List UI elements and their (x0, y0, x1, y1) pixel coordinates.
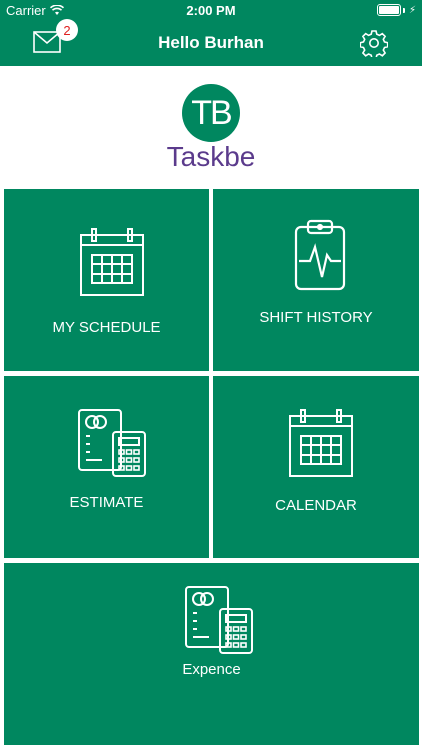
tile-estimate[interactable]: ESTIMATE (4, 376, 209, 558)
battery-indicator: ⚡ (376, 4, 416, 16)
tile-label: MY SCHEDULE (52, 319, 161, 336)
tile-label: Expence (182, 661, 241, 678)
status-time: 2:00 PM (186, 3, 236, 18)
tile-shift-history[interactable]: SHIFT HISTORY (213, 189, 419, 371)
gear-icon[interactable] (360, 29, 388, 57)
logo-badge: TB (182, 84, 240, 142)
calendar-icon (80, 228, 144, 296)
tile-my-schedule[interactable]: MY SCHEDULE (4, 189, 209, 371)
calculator-document-icon (78, 409, 146, 477)
tile-expence[interactable]: Expence (4, 563, 419, 745)
tile-calendar[interactable]: CALENDAR (213, 376, 419, 558)
clipboard-heartbeat-icon (294, 219, 346, 291)
calendar-icon (289, 409, 353, 477)
app-logo: TB Taskbe (0, 84, 422, 172)
logo-text: Taskbe (166, 141, 256, 172)
tile-label: CALENDAR (275, 497, 357, 514)
tile-label: SHIFT HISTORY (259, 309, 373, 326)
calculator-document-icon (185, 586, 253, 654)
battery-icon (376, 4, 401, 16)
page-title: Hello Burhan (158, 33, 264, 52)
tile-label: ESTIMATE (69, 494, 144, 511)
charging-icon: ⚡ (408, 4, 416, 16)
top-bar: Carrier 2:00 PM ⚡ 2 Hello Burhan (0, 0, 422, 66)
